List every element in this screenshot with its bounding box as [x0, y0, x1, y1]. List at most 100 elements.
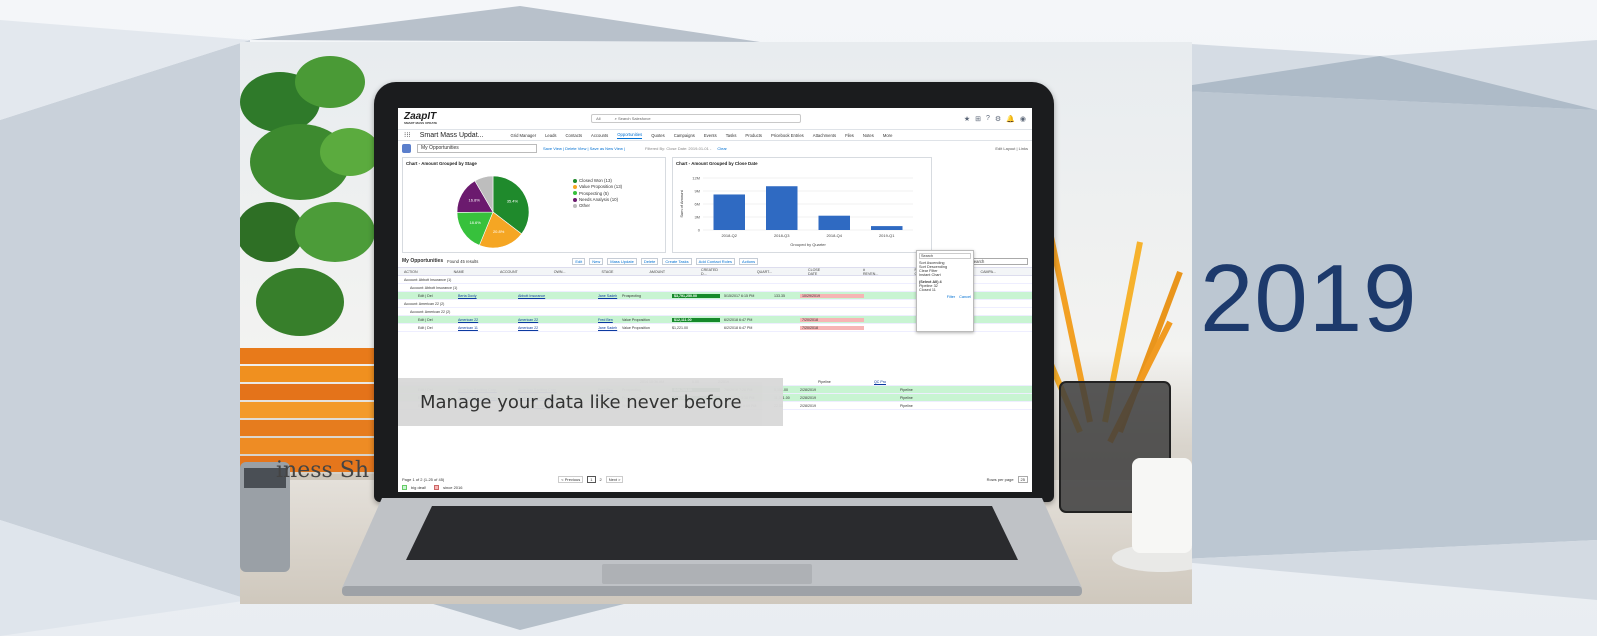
nav-attachments[interactable]: Attachments: [813, 133, 836, 138]
clear-filter-link[interactable]: Clear: [717, 146, 727, 151]
nav-accounts[interactable]: Accounts: [591, 133, 608, 138]
nav-campaigns[interactable]: Campaigns: [674, 133, 695, 138]
column-filter-popup: Search Sort Ascending Sort Descending Cl…: [916, 250, 974, 332]
stage-chart-panel: Chart - Amount Grouped by Stage 35.4% 20.…: [402, 157, 666, 253]
page-2-button[interactable]: 2: [600, 477, 602, 482]
nav-notes[interactable]: Notes: [863, 133, 874, 138]
nav-events[interactable]: Events: [704, 133, 717, 138]
edit-button[interactable]: Edit: [572, 257, 586, 265]
col-name[interactable]: NAME: [454, 270, 464, 274]
grid-found-count: Found 45 results: [447, 258, 479, 264]
previous-page-button[interactable]: < Previous: [558, 476, 584, 483]
stage-pie-chart: 35.4% 20.8% 18.6% 16.8%: [456, 175, 530, 249]
year-label: 2019: [1200, 245, 1418, 352]
bar[interactable]: [871, 226, 903, 230]
stage-chart-legend: Closed Won (13) Value Proposition (13) Pro…: [573, 178, 622, 209]
filter-search-input[interactable]: Search: [919, 253, 971, 259]
pager-info: Page 1 of 2 (1-25 of 45): [402, 477, 445, 482]
bar[interactable]: [713, 194, 746, 230]
legend-item[interactable]: Other: [573, 203, 622, 209]
global-search-input[interactable]: All ⌕ Search Salesforce: [591, 114, 802, 123]
add-icon[interactable]: ⊞: [975, 115, 981, 123]
favorites-icon[interactable]: ★: [964, 115, 970, 123]
laptop-keyboard-base: [342, 498, 1082, 596]
y-tick-label: 6M: [694, 202, 700, 207]
green-legend-swatch: [402, 485, 407, 490]
new-button[interactable]: New: [589, 257, 604, 265]
avatar[interactable]: ◉: [1020, 115, 1026, 123]
closed-checkbox[interactable]: Closed 11: [919, 288, 971, 292]
charts-row: Chart - Amount Grouped by Stage 35.4% 20.…: [398, 155, 1032, 255]
nav-opportunities[interactable]: Opportunities: [617, 132, 643, 139]
help-icon[interactable]: ?: [986, 115, 990, 123]
bar[interactable]: [818, 215, 851, 230]
bar[interactable]: [766, 186, 798, 230]
col-stage[interactable]: STAGE: [602, 270, 614, 274]
y-axis-label: Sum of Amount: [679, 189, 684, 217]
close-date-chart-panel: Chart - Amount Grouped by Close Date 12M…: [672, 157, 932, 253]
nav-leads[interactable]: Leads: [545, 133, 556, 138]
col-quarter[interactable]: QUART...: [757, 270, 772, 274]
plant-image: [240, 56, 380, 336]
nav-pricebook-entries[interactable]: Pricebook Entries: [771, 133, 804, 138]
laptop-screen: ZaapIT SMART MASS UPDATE All ⌕ Search Sa…: [398, 108, 1032, 492]
setup-gear-icon[interactable]: ⚙: [995, 115, 1001, 123]
add-contact-roles-button[interactable]: Add Contact Roles: [695, 257, 736, 265]
grid-title: My Opportunities: [402, 258, 444, 264]
col-action[interactable]: ACTION: [404, 270, 418, 274]
col-campaign[interactable]: CAMPA...: [980, 270, 996, 274]
y-tick-label: 0: [698, 228, 701, 233]
tagline-caption: Manage your data like never before: [398, 378, 783, 426]
instant-chart-item[interactable]: Instant Chart: [919, 273, 971, 277]
rows-per-page-label: Rows per page: [986, 477, 1014, 482]
col-owner[interactable]: OWN...: [554, 270, 566, 274]
nav-tasks[interactable]: Tasks: [726, 133, 737, 138]
next-page-button[interactable]: Next >: [605, 476, 624, 483]
actions-button[interactable]: Actions: [739, 257, 759, 265]
legend-swatch: [573, 185, 577, 190]
legend-swatch: [573, 204, 577, 209]
notification-bell-icon[interactable]: 🔔: [1006, 115, 1015, 123]
list-view-icon: [402, 143, 411, 153]
red-legend-swatch: [434, 485, 440, 490]
hidden-rows-area: [398, 332, 1032, 378]
delete-button[interactable]: Delete: [640, 257, 659, 265]
nav-grid-manager[interactable]: Grid Manager: [510, 133, 536, 138]
col-amount[interactable]: AMOUNT: [649, 270, 665, 274]
view-links[interactable]: Save View | Delete View | Save as New Vi…: [543, 146, 625, 151]
pie-slice-label: 20.8%: [493, 229, 505, 234]
legend-swatch: [573, 178, 577, 183]
filter-apply-button[interactable]: Filter: [947, 295, 955, 299]
page-1-button[interactable]: 1: [587, 476, 596, 483]
banner: iness Sh ZaapIT SMART MASS UPDATE All ⌕ …: [0, 0, 1597, 636]
nav-quotes[interactable]: Quotes: [651, 133, 665, 138]
zaapit-logo: ZaapIT SMART MASS UPDATE: [404, 110, 438, 125]
col-account[interactable]: ACCOUNT: [500, 270, 518, 274]
app-launcher-icon[interactable]: ⁝⁝⁝: [404, 131, 411, 139]
mass-update-button[interactable]: Mass Update: [607, 257, 637, 265]
col-created-date[interactable]: CREATED D...: [701, 268, 721, 276]
nav-products[interactable]: Products: [745, 133, 762, 138]
app-header: ZaapIT SMART MASS UPDATE All ⌕ Search Sa…: [398, 108, 1032, 130]
x-tick-label: 2019-Q1: [879, 233, 895, 238]
red-legend-label: since 2016: [443, 485, 463, 490]
nav-more[interactable]: More: [883, 133, 893, 138]
rows-per-page-select[interactable]: 25: [1017, 476, 1028, 483]
grid-footer: Page 1 of 2 (1-25 of 45) < Previous 1 2 …: [398, 474, 1032, 492]
legend-label: Needs Analysis (10): [579, 196, 619, 202]
app-navigation: ⁝⁝⁝ Smart Mass Updat... Grid Manager Lea…: [398, 130, 1032, 141]
create-tasks-button[interactable]: Create Tasks: [662, 257, 692, 265]
col-revenue[interactable]: # REVEN...: [863, 268, 879, 276]
col-close-date[interactable]: CLOSE DATE: [808, 268, 827, 276]
filter-cancel-button[interactable]: Cancel: [959, 295, 971, 299]
nav-contacts[interactable]: Contacts: [566, 133, 583, 138]
edit-layout-link[interactable]: Edit Layout | Links: [995, 146, 1028, 151]
legend-label: Prospecting (5): [579, 190, 609, 196]
y-tick-label: 12M: [692, 176, 700, 181]
list-view-select[interactable]: My Opportunities: [417, 143, 537, 153]
y-tick-label: 3M: [694, 215, 700, 220]
grid-search-input[interactable]: Search: [968, 257, 1028, 265]
legend-label: Value Proposition (13): [579, 184, 623, 190]
nav-files[interactable]: Files: [845, 133, 854, 138]
legend-label: Closed Won (13): [579, 178, 612, 183]
